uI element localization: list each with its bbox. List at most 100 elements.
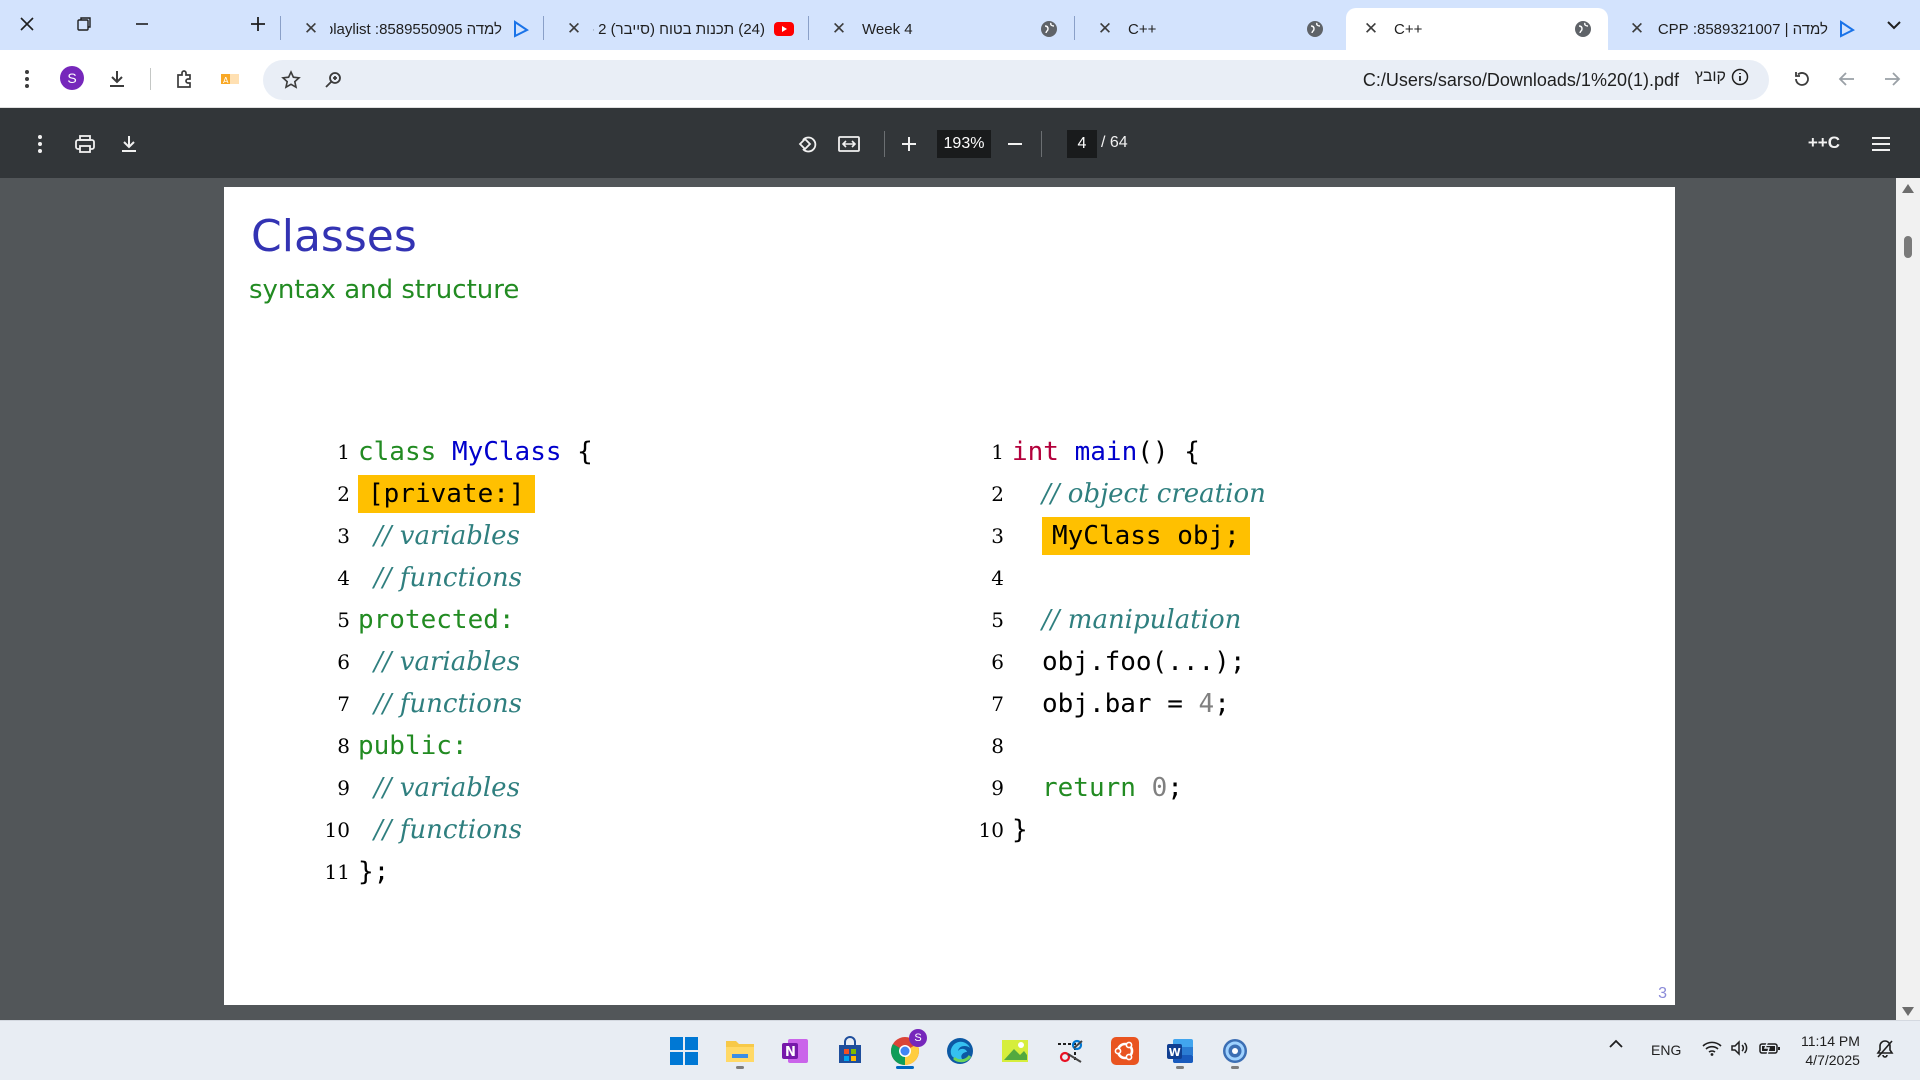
scroll-down-arrow[interactable]: [1902, 1007, 1914, 1016]
taskbar-photos[interactable]: [995, 1031, 1035, 1071]
tab-close-icon[interactable]: ✕: [300, 19, 322, 39]
svg-text:A: A: [223, 76, 229, 85]
profile-avatar[interactable]: S: [60, 66, 84, 90]
tab-close-icon[interactable]: ✕: [1626, 19, 1648, 39]
close-icon: [20, 17, 34, 31]
number-literal: 4: [1198, 689, 1215, 719]
rotate-button[interactable]: [793, 129, 823, 159]
tab-search-button[interactable]: [1878, 10, 1910, 40]
zoom-out-button[interactable]: [1000, 129, 1030, 159]
back-button[interactable]: [1831, 63, 1863, 95]
line-number: 8: [991, 734, 1004, 758]
highlighted-declaration: MyClass obj;: [1042, 517, 1250, 555]
tab-moodle-cpp[interactable]: ✕ למדה | 8589321007: CPP: [1612, 8, 1872, 50]
document-title-text: C++: [1807, 133, 1840, 152]
extensions-button[interactable]: [169, 63, 201, 95]
pdf-more-button[interactable]: [25, 129, 55, 159]
code-line: 9 // variables: [324, 767, 520, 809]
bookmark-button[interactable]: [275, 64, 307, 96]
tab-week4[interactable]: ✕ Week 4: [814, 8, 1074, 50]
code-text: obj.bar =: [1042, 689, 1199, 719]
line-number: 6: [337, 650, 350, 674]
taskbar-chrome[interactable]: S: [885, 1029, 927, 1071]
arrow-right-icon: [1885, 72, 1901, 86]
app-icon: [1223, 1039, 1247, 1063]
youtube-icon: [773, 18, 795, 40]
taskbar-onenote[interactable]: N: [775, 1031, 815, 1071]
fit-page-button[interactable]: [834, 129, 864, 159]
show-hidden-icons-button[interactable]: [1609, 1039, 1623, 1049]
tab-youtube[interactable]: ✕ (24) תכנות בטוח (סייבר) 2 -: [549, 8, 809, 50]
pdf-download-button[interactable]: [114, 129, 144, 159]
tab-close-icon[interactable]: ✕: [828, 19, 850, 39]
image-icon: [1002, 1040, 1028, 1062]
line-number: 1: [991, 440, 1004, 464]
tab-close-icon[interactable]: ✕: [1360, 19, 1382, 39]
zoom-level-input[interactable]: 193%: [937, 130, 991, 158]
tab-cpp-active[interactable]: ✕ C++: [1346, 8, 1608, 50]
minimize-window-button[interactable]: [123, 7, 161, 41]
taskbar-edge[interactable]: [940, 1031, 980, 1071]
clock[interactable]: 11:14 PM 4/7/2025: [1801, 1032, 1860, 1070]
page-number-input[interactable]: 4: [1067, 130, 1097, 158]
code-line: 2 [private:]: [324, 473, 535, 515]
volume-status[interactable]: [1730, 1040, 1750, 1056]
taskbar-ubuntu[interactable]: [1105, 1031, 1145, 1071]
minus-icon: [1008, 143, 1022, 145]
browser-menu-button[interactable]: [11, 63, 43, 95]
tab-playlist[interactable]: ✕ למדה 8589550905: playlist: [286, 8, 546, 50]
windows-icon: [670, 1037, 698, 1065]
puzzle-icon: [177, 70, 191, 88]
line-number: 5: [337, 608, 350, 632]
tab-close-icon[interactable]: ✕: [563, 19, 585, 39]
translate-extension-button[interactable]: A: [214, 63, 246, 95]
vertical-scrollbar[interactable]: [1896, 178, 1920, 1020]
reload-button[interactable]: [1786, 63, 1818, 95]
url-text[interactable]: C:/Users/sarso/Downloads/1%20(1).pdf: [1363, 70, 1679, 91]
notifications-button[interactable]: [1876, 1039, 1894, 1059]
input-language-indicator[interactable]: ENG: [1651, 1042, 1681, 1058]
taskbar-app[interactable]: [1215, 1031, 1255, 1071]
taskbar-word[interactable]: W: [1160, 1031, 1200, 1071]
new-tab-button[interactable]: [243, 8, 273, 40]
arrow-left-icon: [1838, 72, 1854, 86]
globe-icon: [1572, 18, 1594, 40]
taskbar-file-explorer[interactable]: [720, 1031, 760, 1071]
colon: :: [498, 605, 515, 635]
download-icon: [122, 136, 136, 152]
comment: // functions: [374, 815, 522, 845]
downloads-button[interactable]: [101, 63, 133, 95]
battery-status[interactable]: [1759, 1040, 1781, 1056]
line-number: 9: [991, 776, 1004, 800]
site-info-chip[interactable]: קובץ: [1695, 68, 1749, 86]
code-line: 10 }: [978, 809, 1028, 851]
taskbar-snipping-tool[interactable]: [1050, 1031, 1090, 1071]
comment: // variables: [374, 521, 520, 551]
zoom-indicator-button[interactable]: [317, 64, 349, 96]
tab-close-icon[interactable]: ✕: [1094, 19, 1116, 39]
code-line: 6 // variables: [324, 641, 520, 683]
code-line: 6 obj.foo(...);: [978, 641, 1245, 683]
tab-cpp[interactable]: ✕ C++: [1080, 8, 1340, 50]
address-bar[interactable]: C:/Users/sarso/Downloads/1%20(1).pdf קוב…: [263, 60, 1769, 100]
code-line: 8 public:: [324, 725, 467, 767]
start-button[interactable]: [664, 1031, 704, 1071]
folder-icon: [726, 1041, 754, 1062]
taskbar-store[interactable]: [830, 1031, 870, 1071]
download-icon: [110, 71, 124, 87]
chevron-up-icon: [1609, 1039, 1623, 1048]
line-number: 2: [337, 482, 350, 506]
zoom-in-button[interactable]: [894, 129, 924, 159]
scrollbar-thumb[interactable]: [1904, 236, 1912, 258]
scroll-up-arrow[interactable]: [1902, 184, 1914, 193]
wifi-status[interactable]: [1702, 1040, 1722, 1056]
translate-icon: A: [221, 74, 239, 85]
line-number: 3: [337, 524, 350, 548]
outline-toggle-button[interactable]: [1866, 129, 1896, 159]
restore-window-button[interactable]: [65, 7, 103, 41]
edge-icon: [947, 1038, 973, 1064]
forward-button[interactable]: [1876, 63, 1908, 95]
function-name: main: [1074, 437, 1138, 467]
print-button[interactable]: [70, 129, 100, 159]
close-window-button[interactable]: [8, 7, 46, 41]
